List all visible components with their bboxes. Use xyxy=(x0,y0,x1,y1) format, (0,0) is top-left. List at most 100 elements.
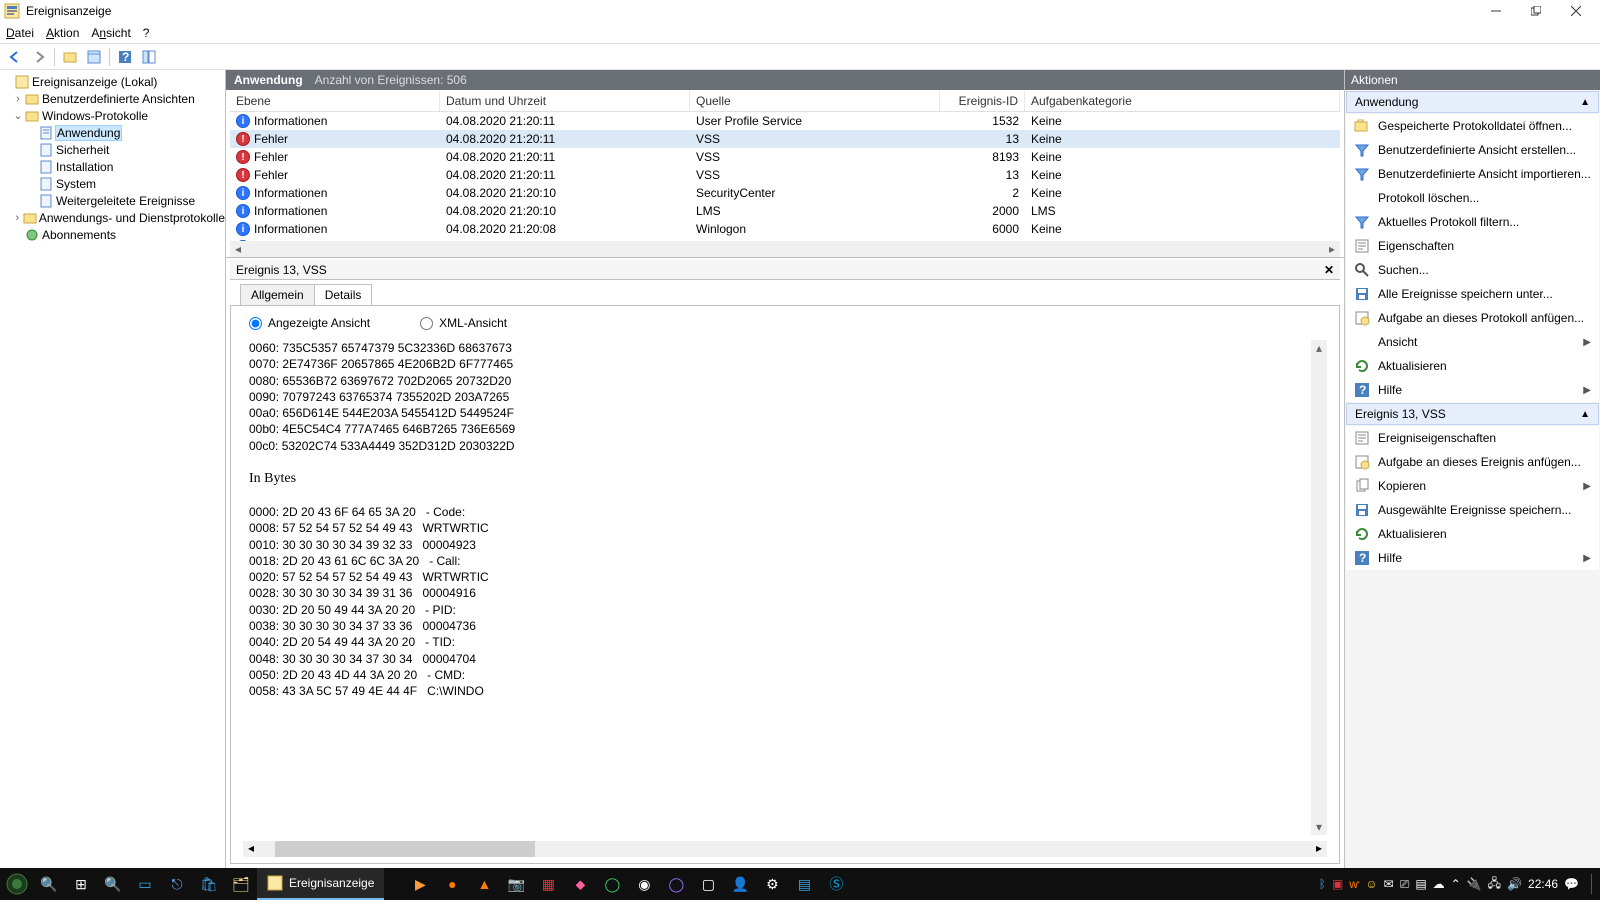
radio-shown-view[interactable]: Angezeigte Ansicht xyxy=(249,316,370,330)
table-row[interactable]: iInformationen04.08.2020 21:20:10LMS2000… xyxy=(230,202,1340,220)
tray-icon[interactable]: ⎚ xyxy=(1400,877,1410,892)
forward-button[interactable] xyxy=(28,46,50,68)
tray-icon[interactable]: ▤ xyxy=(1415,877,1426,891)
horizontal-scrollbar[interactable]: ◂▸ xyxy=(230,241,1340,257)
action-item[interactable]: Ausgewählte Ereignisse speichern... xyxy=(1346,498,1599,522)
help-icon[interactable]: ? xyxy=(114,46,136,68)
detail-vscroll[interactable]: ▴▾ xyxy=(1311,340,1327,835)
tree-service-logs[interactable]: ›Anwendungs- und Dienstprotokolle xyxy=(0,209,225,226)
task-view-icon[interactable]: ⊞ xyxy=(65,868,97,900)
search-icon[interactable]: 🔍 xyxy=(33,868,65,900)
col-level[interactable]: Ebene xyxy=(230,91,440,111)
tree-security[interactable]: Sicherheit xyxy=(0,141,225,158)
tab-details[interactable]: Details xyxy=(314,284,373,305)
camera-icon[interactable]: 📷 xyxy=(500,868,532,900)
tray-icon[interactable]: ☺ xyxy=(1365,877,1377,891)
action-item[interactable]: Alle Ereignisse speichern unter... xyxy=(1346,282,1599,306)
back-button[interactable] xyxy=(4,46,26,68)
menu-action[interactable]: Aktion xyxy=(46,26,79,40)
action-item[interactable]: Gespeicherte Protokolldatei öffnen... xyxy=(1346,114,1599,138)
col-source[interactable]: Quelle xyxy=(690,91,940,111)
actions-section-event[interactable]: Ereignis 13, VSS▲ xyxy=(1346,403,1599,425)
action-item[interactable]: Aktualisieren xyxy=(1346,354,1599,378)
tab-general[interactable]: Allgemein xyxy=(240,284,315,305)
tree-subscriptions[interactable]: Abonnements xyxy=(0,226,225,243)
skype-icon[interactable]: Ⓢ xyxy=(820,868,852,900)
table-row[interactable]: iInformationen04.08.2020 21:20:08Winlogo… xyxy=(230,220,1340,238)
tray-icon[interactable]: ⱳ xyxy=(1349,877,1359,891)
action-item[interactable]: Aufgabe an dieses Protokoll anfügen... xyxy=(1346,306,1599,330)
toolbar-icon-3[interactable] xyxy=(138,46,160,68)
taskbar-icon[interactable]: ⎋ xyxy=(161,868,193,900)
tray-icon[interactable]: ✉ xyxy=(1384,877,1394,891)
taskbar-icon[interactable]: ▢ xyxy=(692,868,724,900)
action-item[interactable]: Aktualisieren xyxy=(1346,522,1599,546)
onedrive-icon[interactable]: ☁ xyxy=(1433,877,1445,891)
taskbar-app-active[interactable]: Ereignisanzeige xyxy=(257,868,384,900)
nav-tree[interactable]: Ereignisanzeige (Lokal) ›Benutzerdefinie… xyxy=(0,70,226,868)
collapse-icon[interactable]: ▲ xyxy=(1580,97,1590,108)
tree-system[interactable]: System xyxy=(0,175,225,192)
action-item[interactable]: Aktuelles Protokoll filtern... xyxy=(1346,210,1599,234)
taskbar-icon[interactable]: 🛍 xyxy=(193,868,225,900)
action-item[interactable]: Kopieren▶ xyxy=(1346,474,1599,498)
table-row[interactable]: !Fehler04.08.2020 21:20:11VSS13Keine xyxy=(230,166,1340,184)
taskbar-icon[interactable]: ▭ xyxy=(129,868,161,900)
toolbar-icon-1[interactable] xyxy=(59,46,81,68)
chrome-icon[interactable]: ◉ xyxy=(628,868,660,900)
table-row[interactable]: iInformationen04.08.2020 21:20:08Winlogo… xyxy=(230,238,1340,241)
toolbar-icon-2[interactable] xyxy=(83,46,105,68)
tray-icon[interactable]: ⌃ xyxy=(1451,877,1461,891)
close-button[interactable] xyxy=(1556,0,1596,22)
volume-icon[interactable]: 🔊 xyxy=(1507,877,1522,891)
maximize-button[interactable] xyxy=(1516,0,1556,22)
radio-xml-view[interactable]: XML-Ansicht xyxy=(420,316,507,330)
collapse-icon[interactable]: ▲ xyxy=(1580,409,1590,420)
tree-windows-logs[interactable]: ⌄Windows-Protokolle xyxy=(0,107,225,124)
action-item[interactable]: ?Hilfe▶ xyxy=(1346,546,1599,570)
action-item[interactable]: Aufgabe an dieses Ereignis anfügen... xyxy=(1346,450,1599,474)
col-id[interactable]: Ereignis-ID xyxy=(940,91,1025,111)
taskbar-icon[interactable]: ▶ xyxy=(404,868,436,900)
notifications-icon[interactable]: 💬 xyxy=(1564,877,1579,891)
menu-help[interactable]: ? xyxy=(143,26,150,40)
minimize-button[interactable] xyxy=(1476,0,1516,22)
action-item[interactable]: Benutzerdefinierte Ansicht importieren..… xyxy=(1346,162,1599,186)
hex-dump[interactable]: 0060: 735C5357 65747379 5C32336D 6863767… xyxy=(243,340,1311,835)
action-item[interactable]: Protokoll löschen... xyxy=(1346,186,1599,210)
action-item[interactable]: Ereigniseigenschaften xyxy=(1346,426,1599,450)
detail-hscroll[interactable]: ◂▸ xyxy=(243,841,1327,857)
taskbar-icon[interactable]: ◯ xyxy=(596,868,628,900)
taskbar-icon[interactable]: ▦ xyxy=(532,868,564,900)
table-row[interactable]: !Fehler04.08.2020 21:20:11VSS13Keine xyxy=(230,130,1340,148)
wifi-icon[interactable]: 🖧 xyxy=(1488,874,1501,895)
power-icon[interactable]: 🔌 xyxy=(1467,877,1482,891)
system-tray[interactable]: ᛒ ▣ ⱳ ☺ ✉ ⎚ ▤ ☁ ⌃ 🔌 🖧 🔊 22:46 💬 xyxy=(1319,874,1599,895)
taskbar-icon[interactable]: ◯ xyxy=(660,868,692,900)
clock[interactable]: 22:46 xyxy=(1528,877,1558,891)
table-row[interactable]: iInformationen04.08.2020 21:20:10Securit… xyxy=(230,184,1340,202)
actions-section-app[interactable]: Anwendung▲ xyxy=(1346,91,1599,113)
vlc-icon[interactable]: ▲ xyxy=(468,868,500,900)
taskbar-icon[interactable]: ⚙ xyxy=(756,868,788,900)
action-item[interactable]: Suchen... xyxy=(1346,258,1599,282)
tree-forwarded[interactable]: Weitergeleitete Ereignisse xyxy=(0,192,225,209)
tree-application[interactable]: Anwendung xyxy=(0,124,225,141)
col-category[interactable]: Aufgabenkategorie xyxy=(1025,91,1340,111)
explorer-icon[interactable]: 🗂 xyxy=(225,868,257,900)
tree-custom-views[interactable]: ›Benutzerdefinierte Ansichten xyxy=(0,90,225,107)
taskbar-icon[interactable]: ▤ xyxy=(788,868,820,900)
tree-installation[interactable]: Installation xyxy=(0,158,225,175)
action-item[interactable]: Ansicht▶ xyxy=(1346,330,1599,354)
tree-root[interactable]: Ereignisanzeige (Lokal) xyxy=(0,73,225,90)
taskbar[interactable]: 🔍 ⊞ 🔍 ▭ ⎋ 🛍 🗂 Ereignisanzeige ▶ ● ▲ 📷 ▦ … xyxy=(0,868,1600,900)
action-item[interactable]: Benutzerdefinierte Ansicht erstellen... xyxy=(1346,138,1599,162)
show-desktop[interactable] xyxy=(1591,874,1595,894)
table-row[interactable]: iInformationen04.08.2020 21:20:11User Pr… xyxy=(230,112,1340,130)
table-body[interactable]: iInformationen04.08.2020 21:20:11User Pr… xyxy=(230,112,1340,241)
menu-view[interactable]: Ansicht xyxy=(91,26,130,40)
table-row[interactable]: !Fehler04.08.2020 21:20:11VSS8193Keine xyxy=(230,148,1340,166)
taskbar-icon[interactable]: ⬥ xyxy=(564,868,596,900)
firefox-icon[interactable]: ● xyxy=(436,868,468,900)
bluetooth-icon[interactable]: ᛒ xyxy=(1319,877,1326,891)
